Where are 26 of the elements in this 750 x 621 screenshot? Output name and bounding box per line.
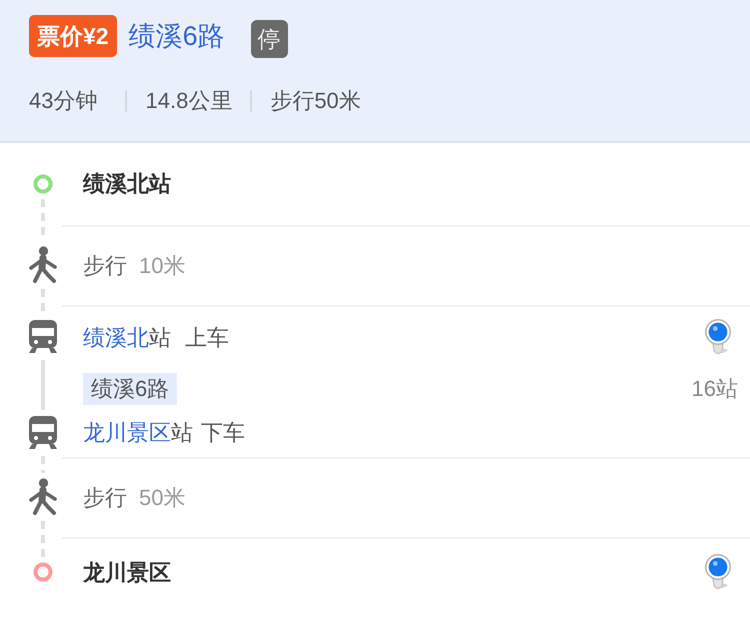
station-name: 绩溪北站 — [83, 170, 171, 198]
fare-badge: 票价¥2 — [29, 15, 117, 57]
map-pin-icon[interactable] — [704, 554, 732, 592]
bus-icon — [28, 319, 58, 355]
station-name: 龙川景区 — [83, 559, 171, 587]
walking-distance-text: 步行50米 — [270, 87, 361, 115]
distance-text: 14.8公里 — [145, 87, 232, 115]
walking-person-icon — [27, 478, 59, 516]
walk-label: 步行 — [83, 484, 127, 512]
walk-distance: 50米 — [139, 484, 186, 512]
station-link[interactable]: 龙川景区 — [83, 420, 171, 445]
walk-distance: 10米 — [139, 252, 186, 280]
walking-person-icon — [27, 246, 59, 284]
alighting-action: 下车 — [201, 419, 245, 447]
bus-icon — [28, 415, 58, 451]
stop-count: 16站 — [692, 375, 738, 403]
map-pin-icon[interactable] — [704, 319, 732, 357]
boarding-station: 绩溪北站 — [83, 324, 171, 352]
alighting-station: 龙川景区站 — [83, 419, 193, 447]
duration-text: 43分钟 — [29, 87, 98, 115]
station-link[interactable]: 绩溪北 — [83, 325, 149, 350]
boarding-action: 上车 — [185, 324, 229, 352]
stop-badge: 停 — [250, 20, 288, 58]
route-name-link[interactable]: 绩溪6路 — [128, 18, 225, 54]
route-tag: 绩溪6路 — [83, 373, 178, 405]
walk-label: 步行 — [83, 252, 127, 280]
